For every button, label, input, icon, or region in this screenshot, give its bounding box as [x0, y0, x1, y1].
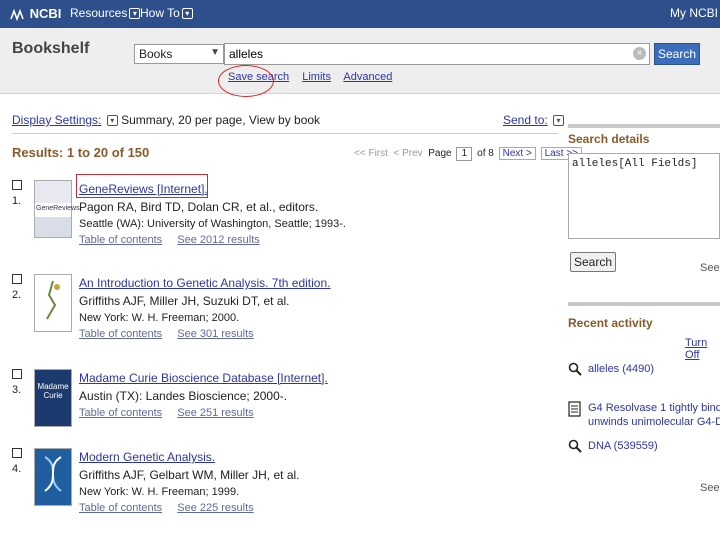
clear-icon[interactable]: × [633, 47, 646, 60]
page-number-input[interactable]: 1 [456, 147, 473, 161]
search-details-button[interactable]: Search [570, 252, 616, 272]
howto-menu[interactable]: How To ▾ [140, 6, 193, 20]
book-cover[interactable] [34, 274, 72, 332]
see-results-link[interactable]: See 251 results [177, 407, 253, 419]
result-checkbox[interactable] [12, 274, 22, 284]
advanced-link[interactable]: Advanced [343, 71, 392, 83]
ncbi-logo-icon [10, 8, 26, 21]
document-icon [568, 401, 582, 417]
result-checkbox[interactable] [12, 180, 22, 190]
database-select[interactable]: Books ▼ [134, 44, 224, 64]
result-checkbox[interactable] [12, 448, 22, 458]
search-band: Bookshelf Books ▼ × Search Save search L… [0, 28, 720, 97]
book-cover[interactable]: Madame Curie [34, 369, 72, 427]
result-title-link[interactable]: Modern Genetic Analysis. [79, 450, 215, 464]
see-results-link[interactable]: See 2012 results [177, 234, 260, 246]
divider [12, 133, 558, 134]
ncbi-topbar: NCBI Resources ▾ How To ▾ My NCBI [0, 0, 720, 28]
chevron-down-icon: ▾ [181, 8, 193, 20]
chevron-down-icon: ▾ [553, 115, 565, 127]
display-settings-row: Display Settings: ▾ Summary, 20 per page… [12, 113, 562, 127]
limits-link[interactable]: Limits [302, 71, 331, 83]
table-of-contents-link[interactable]: Table of contents [79, 407, 162, 419]
next-page-button[interactable]: Next > [498, 147, 536, 160]
dna-helix-icon [44, 456, 62, 492]
prev-page-link[interactable]: < Prev [393, 148, 422, 159]
turn-off-link[interactable]: Turn Off [685, 337, 720, 361]
search-details-box[interactable]: alleles[All Fields] [568, 153, 720, 239]
book-cover[interactable]: GeneReviews [34, 180, 80, 238]
table-of-contents-link[interactable]: Table of contents [79, 328, 162, 340]
recent-activity-title: Recent activity [568, 316, 653, 330]
send-to-menu[interactable]: Send to: ▾ [503, 113, 565, 127]
see-more-link[interactable]: See [700, 482, 720, 494]
resources-menu[interactable]: Resources ▾ [70, 6, 141, 20]
my-ncbi-link[interactable]: My NCBI [670, 6, 718, 20]
cover-illustration-icon [46, 280, 60, 320]
results-count: Results: 1 to 20 of 150 [12, 145, 150, 160]
divider [568, 124, 720, 128]
divider [568, 302, 720, 306]
see-results-link[interactable]: See 301 results [177, 328, 253, 340]
result-item: 2. An Introduction to Genetic Analysis. … [12, 274, 331, 340]
search-button[interactable]: Search [654, 43, 700, 65]
result-title-link[interactable]: An Introduction to Genetic Analysis. 7th… [79, 276, 330, 290]
result-title-link[interactable]: Madame Curie Bioscience Database [Intern… [79, 371, 328, 385]
page-title: Bookshelf [12, 40, 90, 57]
annotation-box [76, 174, 208, 198]
result-item: 4. Modern Genetic Analysis. Griffiths AJ… [12, 448, 300, 514]
search-details-title: Search details [568, 132, 650, 146]
chevron-down-icon: ▾ [129, 8, 141, 20]
first-page-link[interactable]: << First [354, 148, 388, 159]
search-input[interactable] [224, 43, 650, 65]
book-cover[interactable] [34, 448, 72, 506]
table-of-contents-link[interactable]: Table of contents [79, 502, 162, 514]
table-of-contents-link[interactable]: Table of contents [79, 234, 162, 246]
chevron-down-icon[interactable]: ▾ [106, 115, 118, 127]
result-item: 3. Madame Curie Madame Curie Bioscience … [12, 369, 552, 455]
see-results-link[interactable]: See 225 results [177, 502, 253, 514]
see-more-link[interactable]: See [700, 262, 720, 274]
ncbi-logo[interactable]: NCBI [10, 6, 61, 21]
search-icon [568, 439, 582, 455]
result-item: 1. GeneReviews GeneReviews [Internet]. P… [12, 174, 552, 266]
recent-activity-item[interactable]: G4 Resolvase 1 tightly binds a unwinds u… [568, 401, 720, 431]
display-settings-value: Summary, 20 per page, View by book [121, 113, 321, 127]
pager: << First < Prev Page 1 of 8 Next > Last … [354, 147, 582, 161]
display-settings-link[interactable]: Display Settings: [12, 113, 101, 127]
result-checkbox[interactable] [12, 369, 22, 379]
chevron-down-icon: ▼ [210, 47, 220, 58]
search-icon [568, 362, 582, 378]
annotation-circle [218, 65, 274, 97]
